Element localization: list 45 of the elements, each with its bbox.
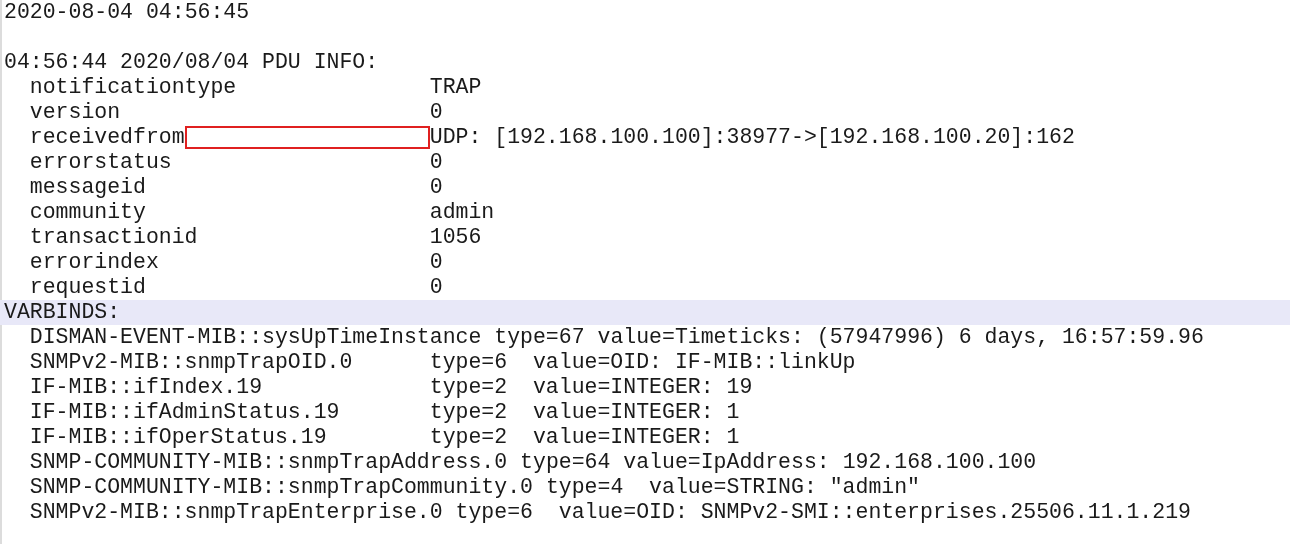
varbind-type: type=67 (494, 325, 585, 350)
varbinds-header: VARBINDS: (4, 300, 121, 325)
field-name: errorindex (29, 250, 159, 275)
varbind-type: type=6 (429, 350, 509, 375)
varbind-type: type=4 (545, 475, 625, 500)
varbind-oid: SNMP-COMMUNITY-MIB::snmpTrapCommunity.0 (29, 475, 533, 500)
field-value: 1056 (429, 225, 482, 250)
field-value: UDP: [192.168.100.100]:38977->[192.168.100.20]:162 (429, 125, 1075, 150)
varbind-value: value=STRING: "admin" (649, 475, 921, 500)
field-value: 0 (429, 175, 443, 200)
varbind-value: value=INTEGER: 19 (532, 375, 753, 400)
pdu-header: 04:56:44 2020/08/04 PDU INFO: (4, 50, 379, 75)
field-name: errorstatus (29, 150, 172, 175)
varbind-type: type=2 (429, 375, 509, 400)
varbind-oid: DISMAN-EVENT-MIB::sysUpTimeInstance (29, 325, 482, 350)
varbind-type: type=6 (455, 500, 534, 525)
field-name: transactionid (29, 225, 198, 250)
field-name: messageid (29, 175, 146, 200)
varbind-value: value=INTEGER: 1 (532, 425, 740, 450)
varbind-type: type=2 (429, 400, 509, 425)
field-name: receivedfrom (29, 125, 185, 150)
field-name: notificationtype (29, 75, 237, 100)
field-value: admin (429, 200, 495, 225)
field-name: version (29, 100, 121, 125)
varbind-oid: IF-MIB::ifAdminStatus.19 (29, 400, 341, 425)
varbind-value: value=OID: IF-MIB::linkUp (532, 350, 856, 375)
varbind-oid: IF-MIB::ifOperStatus.19 (29, 425, 328, 450)
varbind-type: type=2 (429, 425, 509, 450)
varbind-type: type=64 (520, 450, 611, 475)
varbind-oid: SNMP-COMMUNITY-MIB::snmpTrapAddress.0 (29, 450, 508, 475)
varbind-value: value=IpAddress: 192.168.100.100 (623, 450, 1037, 475)
field-value: 0 (429, 250, 443, 275)
field-name: community (29, 200, 146, 225)
timestamp: 2020-08-04 04:56:45 (4, 0, 250, 25)
field-value: 0 (429, 275, 443, 300)
varbind-value: value=Timeticks: (57947996) 6 days, 16:57:59.96 (597, 325, 1204, 350)
varbind-oid: IF-MIB::ifIndex.19 (29, 375, 264, 400)
varbind-value: value=INTEGER: 1 (532, 400, 740, 425)
field-value: 0 (429, 100, 443, 125)
field-value: TRAP (429, 75, 482, 100)
varbind-value: value=OID: SNMPv2-SMI::enterprises.25506.11.1.219 (558, 500, 1191, 525)
varbind-oid: SNMPv2-MIB::snmpTrapEnterprise.0 (29, 500, 443, 525)
field-value: 0 (429, 150, 443, 175)
varbind-oid: SNMPv2-MIB::snmpTrapOID.0 (29, 350, 354, 375)
field-name: requestid (29, 275, 146, 300)
